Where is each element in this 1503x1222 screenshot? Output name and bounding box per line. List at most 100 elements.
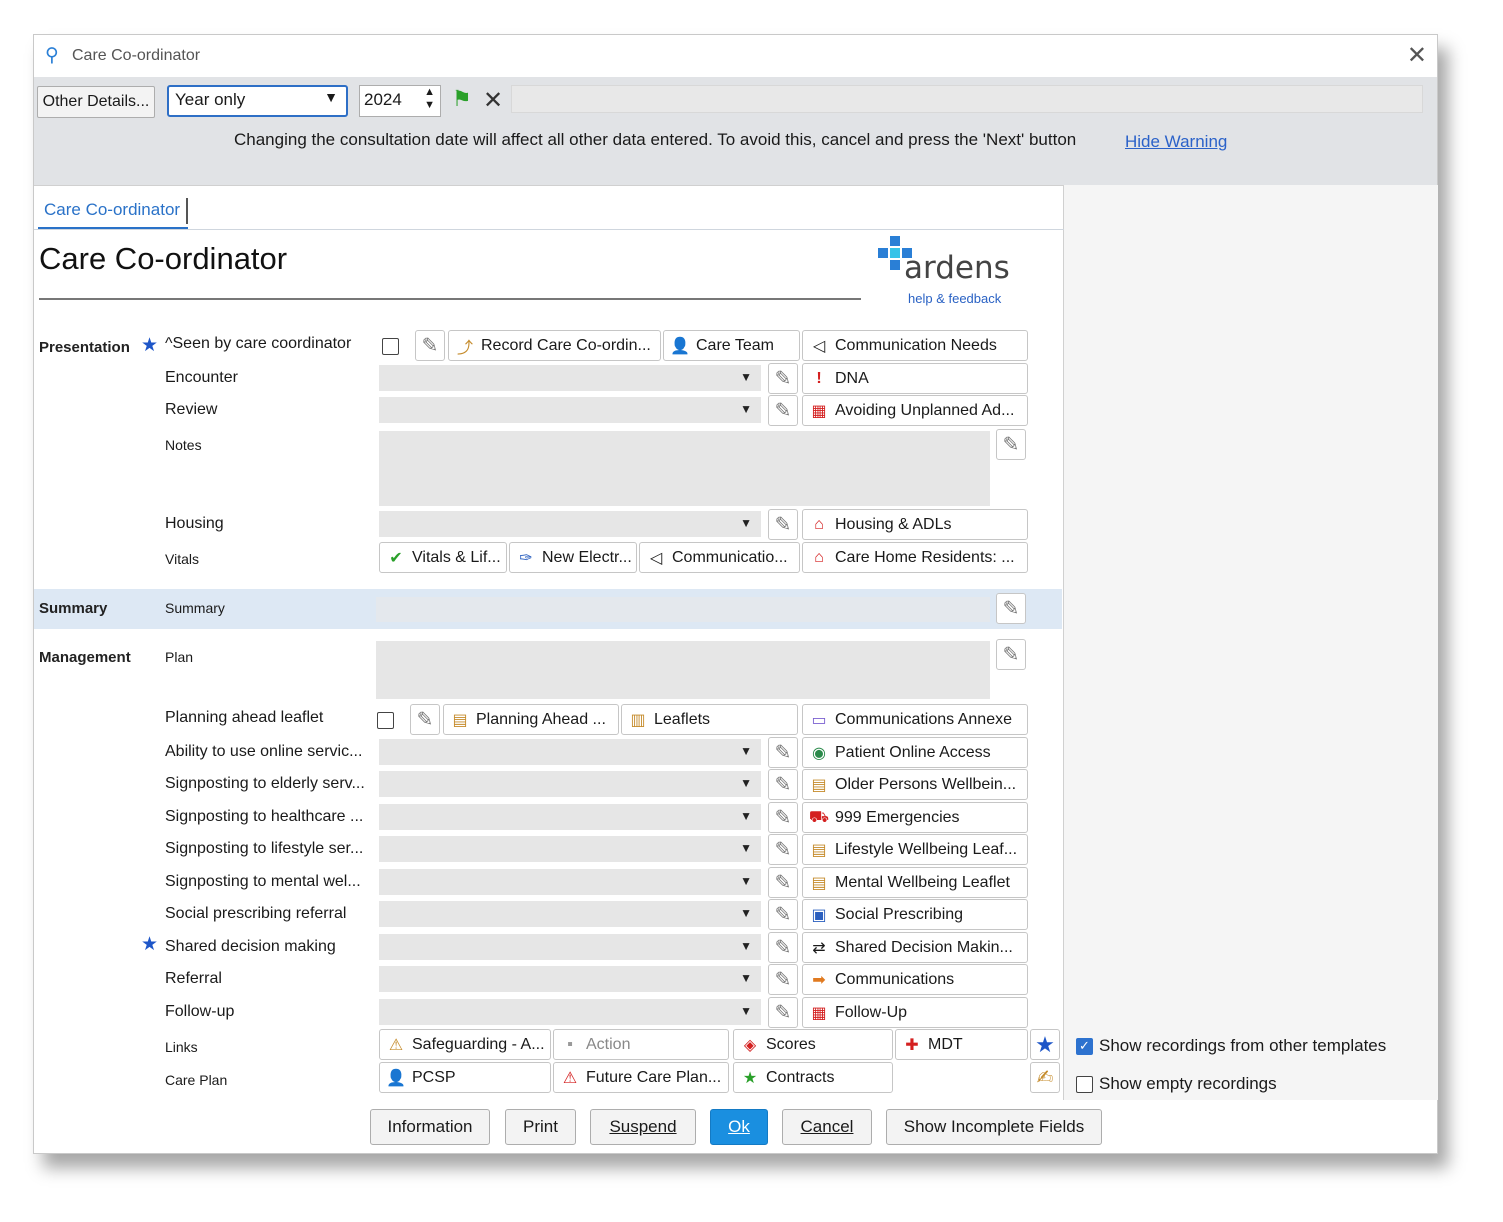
pencil-icon[interactable]: ✎ (768, 802, 798, 833)
communications-button[interactable]: ➡ Communications (802, 964, 1028, 995)
action-button[interactable]: ▪ Action (553, 1029, 729, 1060)
suspend-button[interactable]: Suspend (590, 1109, 696, 1145)
edit-notepad-icon[interactable]: ✍ (1030, 1062, 1060, 1093)
pencil-icon[interactable]: ✎ (768, 509, 798, 540)
lifestyle-leaf-button[interactable]: ▤ Lifestyle Wellbeing Leaf... (802, 834, 1028, 865)
pencil-icon[interactable]: ✎ (768, 834, 798, 865)
patient-online-button[interactable]: ◉ Patient Online Access (802, 737, 1028, 768)
shared-decision-button[interactable]: ⇄ Shared Decision Makin... (802, 932, 1028, 963)
help-feedback-link[interactable]: help & feedback (908, 291, 1001, 306)
record-care-button[interactable]: ⤴ Record Care Co-ordin... (448, 330, 661, 361)
planning-ahead-button[interactable]: ▤ Planning Ahead ... (443, 704, 619, 735)
pencil-icon[interactable]: ✎ (768, 997, 798, 1028)
avoiding-label: Avoiding Unplanned Ad... (835, 401, 1015, 419)
pencil-icon[interactable]: ✎ (768, 867, 798, 898)
app-icon: ⚲ (45, 45, 59, 66)
future-care-button[interactable]: ⚠ Future Care Plan... (553, 1062, 729, 1093)
followup-dropdown[interactable]: ▼ (379, 999, 761, 1025)
shared-dropdown[interactable]: ▼ (379, 934, 761, 960)
contracts-button[interactable]: ★ Contracts (733, 1062, 893, 1093)
seen-checkbox[interactable] (382, 338, 399, 355)
other-details-button[interactable]: Other Details... (37, 86, 155, 118)
elderly-label: Signposting to elderly serv... (165, 775, 365, 792)
pencil-icon[interactable]: ✎ (415, 330, 445, 361)
housing-adls-button[interactable]: ⌂ Housing & ADLs (802, 509, 1028, 540)
ardens-logo[interactable]: ardens help & feedback (876, 234, 1026, 314)
chevron-down-icon: ▼ (740, 874, 752, 888)
clear-date-icon[interactable]: ✕ (481, 86, 505, 116)
healthcare-dropdown[interactable]: ▼ (379, 804, 761, 830)
leaflets-button[interactable]: ▥ Leaflets (621, 704, 798, 735)
pencil-icon[interactable]: ✎ (768, 363, 798, 394)
pcsp-button[interactable]: 👤 PCSP (379, 1062, 551, 1093)
review-dropdown[interactable]: ▼ (379, 397, 761, 423)
mental-leaflet-button[interactable]: ▤ Mental Wellbeing Leaflet (802, 867, 1028, 898)
pencil-icon[interactable]: ✎ (996, 593, 1026, 624)
pencil-icon[interactable]: ✎ (768, 932, 798, 963)
dna-button[interactable]: ! DNA (802, 363, 1028, 394)
communicatio-button[interactable]: ◁ Communicatio... (639, 542, 800, 573)
cancel-button[interactable]: Cancel (782, 1109, 872, 1145)
pencil-icon[interactable]: ✎ (768, 964, 798, 995)
elderly-dropdown[interactable]: ▼ (379, 771, 761, 797)
date-mode-select[interactable]: Year only ▼ (167, 85, 348, 117)
avoiding-button[interactable]: ▦ Avoiding Unplanned Ad... (802, 395, 1028, 426)
summary-input[interactable] (376, 597, 990, 622)
favourites-star-icon[interactable]: ★ (1030, 1029, 1060, 1060)
seen-label: ^Seen by care coordinator (165, 335, 352, 352)
ok-button[interactable]: Ok (710, 1109, 768, 1145)
tab-care-coordinator[interactable]: Care Co-ordinator (38, 196, 188, 230)
notes-textarea[interactable] (379, 431, 990, 506)
green-flag-icon[interactable]: ⚑ (452, 86, 476, 116)
pencil-icon[interactable]: ✎ (410, 704, 440, 735)
plan-textarea[interactable] (376, 641, 990, 699)
planning-ahead-label: Planning Ahead ... (476, 710, 606, 728)
mental-dropdown[interactable]: ▼ (379, 869, 761, 895)
pencil-icon[interactable]: ✎ (768, 395, 798, 426)
pencil-icon[interactable]: ✎ (996, 429, 1026, 460)
online-dropdown[interactable]: ▼ (379, 739, 761, 765)
encounter-label: Encounter (165, 369, 238, 386)
safeguarding-button[interactable]: ⚠ Safeguarding - A... (379, 1029, 551, 1060)
information-button[interactable]: Information (370, 1109, 490, 1145)
emergencies-button[interactable]: ⛟ 999 Emergencies (802, 802, 1028, 833)
comm-needs-button[interactable]: ◁ Communication Needs (802, 330, 1028, 361)
chevron-down-icon: ▼ (740, 1004, 752, 1018)
pencil-icon[interactable]: ✎ (768, 769, 798, 800)
encounter-dropdown[interactable]: ▼ (379, 365, 761, 391)
mdt-button[interactable]: ✚ MDT (895, 1029, 1028, 1060)
chevron-down-icon: ▼ (740, 776, 752, 790)
older-persons-button[interactable]: ▤ Older Persons Wellbein... (802, 769, 1028, 800)
new-electr-button[interactable]: ✑ New Electr... (509, 542, 637, 573)
pencil-icon[interactable]: ✎ (996, 639, 1026, 670)
social-prescribing-button[interactable]: ▣ Social Prescribing (802, 899, 1028, 930)
pencil-icon[interactable]: ✎ (768, 737, 798, 768)
comm-annexe-button[interactable]: ▭ Communications Annexe (802, 704, 1028, 735)
scores-button[interactable]: ◈ Scores (733, 1029, 893, 1060)
care-team-button[interactable]: 👤 Care Team (663, 330, 800, 361)
care-team-label: Care Team (696, 336, 774, 354)
hide-warning-link[interactable]: Hide Warning (1125, 132, 1227, 152)
tab-underline (34, 229, 1064, 230)
spinner-arrows-icon[interactable]: ▲ ▼ (424, 86, 435, 112)
social-dropdown[interactable]: ▼ (379, 901, 761, 927)
close-icon[interactable]: ✕ (1407, 41, 1427, 70)
pcsp-label: PCSP (412, 1068, 456, 1086)
planning-leaflet-checkbox[interactable] (377, 712, 394, 729)
year-stepper[interactable]: 2024 ▲ ▼ (359, 85, 441, 117)
show-other-checkbox[interactable]: ✓ (1076, 1038, 1093, 1055)
housing-dropdown[interactable]: ▼ (379, 511, 761, 537)
lifestyle-dropdown[interactable]: ▼ (379, 836, 761, 862)
leaflet-icon: ▤ (811, 874, 827, 892)
communications-label: Communications (835, 970, 955, 988)
options-panel: ✓ Show recordings from other templates S… (1064, 185, 1438, 1100)
show-empty-checkbox[interactable] (1076, 1076, 1093, 1093)
year-value: 2024 (364, 90, 402, 109)
follow-up-button[interactable]: ▦ Follow-Up (802, 997, 1028, 1028)
show-incomplete-button[interactable]: Show Incomplete Fields (886, 1109, 1102, 1145)
pencil-icon[interactable]: ✎ (768, 899, 798, 930)
care-home-button[interactable]: ⌂ Care Home Residents: ... (802, 542, 1028, 573)
print-button[interactable]: Print (505, 1109, 576, 1145)
referral-dropdown[interactable]: ▼ (379, 966, 761, 992)
vitals-lif-button[interactable]: ✔ Vitals & Lif... (379, 542, 507, 573)
